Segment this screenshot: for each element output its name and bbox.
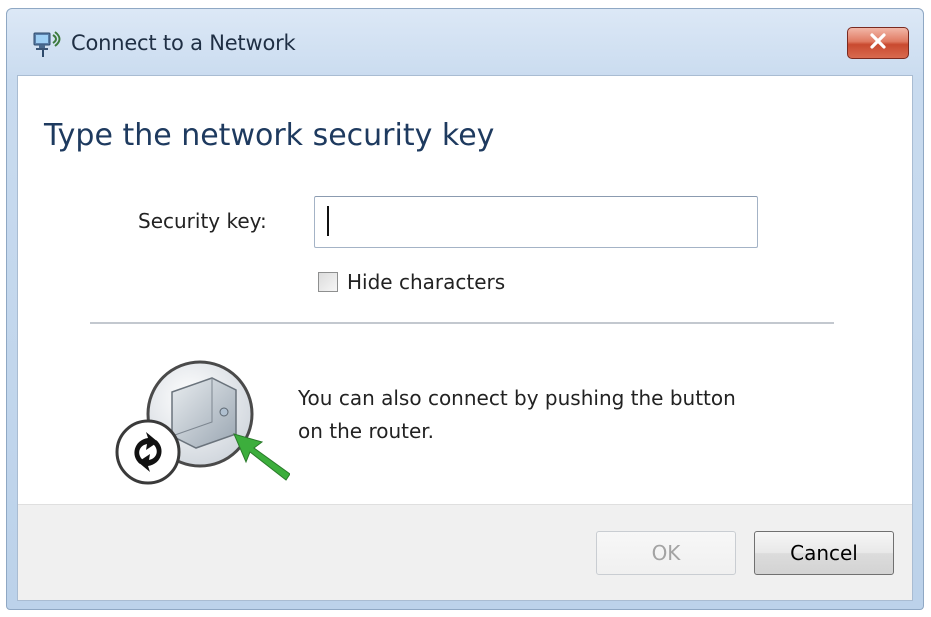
hide-characters-option[interactable]: Hide characters — [318, 270, 505, 294]
close-button[interactable] — [847, 27, 909, 59]
dialog-window: Connect to a Network Type the network se… — [6, 8, 924, 610]
security-key-label: Security key: — [138, 209, 267, 233]
separator-line — [90, 322, 834, 324]
hide-characters-label[interactable]: Hide characters — [347, 270, 505, 294]
network-connect-icon — [31, 29, 65, 59]
close-icon — [868, 33, 888, 53]
page-heading: Type the network security key — [44, 118, 495, 153]
button-bar: OK Cancel — [18, 504, 912, 600]
security-key-input[interactable] — [314, 196, 758, 248]
text-caret — [327, 206, 329, 236]
dialog-content: Type the network security key Security k… — [17, 75, 913, 601]
ok-button[interactable]: OK — [596, 531, 736, 575]
window-title: Connect to a Network — [71, 31, 296, 55]
router-push-button-icon — [100, 352, 291, 492]
hide-characters-checkbox[interactable] — [318, 272, 338, 292]
title-bar[interactable]: Connect to a Network — [7, 9, 923, 75]
cancel-button[interactable]: Cancel — [754, 531, 894, 575]
push-button-instructions: You can also connect by pushing the butt… — [298, 386, 736, 443]
